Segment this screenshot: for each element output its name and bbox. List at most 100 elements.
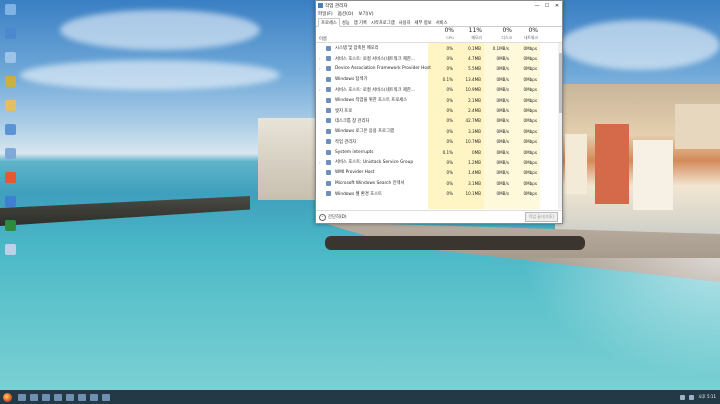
process-disk: 0MB/s — [496, 118, 509, 124]
task-manager-window[interactable]: 작업 관리자 — ☐ ✕ 파일(F) 옵션(O) 보기(V) 프로세스 성능 앱… — [315, 0, 563, 224]
expand-chevron-icon: › — [319, 159, 321, 165]
minimize-button[interactable]: — — [532, 1, 542, 10]
process-icon — [326, 66, 331, 72]
process-network: 0Mbps — [523, 87, 537, 93]
clock[interactable]: 오후 5:11 — [698, 394, 716, 400]
process-disk: 0MB/s — [496, 191, 509, 197]
process-row[interactable]: Windows 작업을 위한 호스트 프로세스 0% 2.1MB 0MB/s 0Mbps — [316, 95, 562, 105]
process-row[interactable]: 엣지 프로 0% 2.4MB 0MB/s 0Mbps — [316, 105, 562, 115]
process-row[interactable]: Microsoft Windows Search 인덱서 0% 3.1MB 0MB/s… — [316, 178, 562, 188]
menu-file[interactable]: 파일(F) — [318, 11, 333, 17]
process-disk: 0MB/s — [496, 180, 509, 186]
desktop-icon[interactable] — [2, 148, 18, 170]
desktop-icon[interactable] — [2, 220, 18, 242]
taskbar-app-icon[interactable] — [66, 393, 74, 401]
process-network: 0Mbps — [523, 191, 537, 197]
taskbar-app-icon[interactable] — [102, 393, 110, 401]
building — [675, 104, 720, 149]
process-row[interactable]: 시스템 및 압축된 메모리 0% 0.1MB 0.1MB/s 0Mbps — [316, 43, 562, 53]
process-row[interactable]: › 서비스 호스트: 로컬 서비스(네트워크 제한... 0% 4.7MB 0MB/s 0… — [316, 53, 562, 63]
close-button[interactable]: ✕ — [552, 1, 562, 10]
process-name: 데스크톱 창 관리자 — [335, 118, 370, 124]
desktop-icon[interactable] — [2, 100, 18, 122]
tab-startup[interactable]: 시작프로그램 — [369, 19, 397, 26]
column-memory[interactable]: 11% 메모리 — [456, 27, 482, 42]
desktop-icon[interactable] — [2, 124, 18, 146]
desktop-icon[interactable] — [2, 52, 18, 74]
desktop-icon[interactable] — [2, 76, 18, 98]
tray-icon[interactable] — [680, 394, 686, 400]
process-row[interactable]: › Device Association Framework Provider H… — [316, 64, 562, 74]
process-row[interactable]: 작업 관리자 0% 10.7MB 0MB/s 0Mbps — [316, 137, 562, 147]
process-memory: 10.1MB — [465, 191, 481, 197]
taskbar-app-icon[interactable] — [30, 393, 38, 401]
desktop-icon[interactable] — [2, 172, 18, 194]
process-row[interactable]: System interrupts 0.1% 0MB 0MB/s 0Mbps — [316, 147, 562, 157]
taskbar-app-icon[interactable] — [78, 393, 86, 401]
cloud — [20, 60, 280, 90]
desktop-icon[interactable] — [2, 196, 18, 218]
process-network: 0Mbps — [523, 128, 537, 134]
taskbar-app-icon[interactable] — [42, 393, 50, 401]
process-disk: 0MB/s — [496, 139, 509, 145]
tab-performance[interactable]: 성능 — [340, 19, 352, 26]
process-network: 0Mbps — [523, 118, 537, 124]
process-cpu: 0% — [446, 118, 454, 124]
title-bar[interactable]: 작업 관리자 — ☐ ✕ — [316, 1, 562, 10]
lighthouse-building — [258, 118, 316, 200]
desktop-icon[interactable] — [2, 244, 18, 266]
process-memory: 5.5MB — [468, 66, 481, 72]
maximize-button[interactable]: ☐ — [542, 1, 552, 10]
process-memory: 3.3MB — [468, 128, 481, 134]
process-disk: 0MB/s — [496, 170, 509, 176]
process-network: 0Mbps — [523, 97, 537, 103]
process-cpu: 0% — [446, 56, 454, 62]
process-cpu: 0.1% — [442, 149, 453, 155]
process-disk: 0MB/s — [496, 56, 509, 62]
taskbar-app-icon[interactable] — [54, 393, 62, 401]
column-disk[interactable]: 0% 디스크 — [486, 27, 512, 42]
taskbar-app-icon[interactable] — [90, 393, 98, 401]
task-manager-icon — [318, 3, 323, 8]
process-row[interactable]: WMI Provider Host 0% 1.4MB 0MB/s 0Mbps — [316, 168, 562, 178]
taskbar-app-icon[interactable] — [18, 393, 26, 401]
tab-services[interactable]: 서비스 — [434, 19, 450, 26]
fewer-details-link[interactable]: 간단히(D) — [328, 214, 347, 220]
process-disk: 0MB/s — [496, 76, 509, 82]
end-task-button[interactable]: 작업 끝내기(E) — [524, 212, 558, 222]
tray-icon[interactable] — [689, 394, 695, 400]
tab-users[interactable]: 사용자 — [397, 19, 413, 26]
tab-app-history[interactable]: 앱 기록 — [352, 19, 369, 26]
process-icon — [326, 45, 331, 51]
process-name: Windows 탐색기 — [335, 77, 368, 83]
process-memory: 0.1MB — [468, 45, 481, 51]
process-row[interactable]: Windows 탐색기 0.1% 13.4MB 0MB/s 0Mbps — [316, 74, 562, 84]
process-row[interactable]: › 서비스 호스트: 로컬 서비스(네트워크 제한... 0% 10.9MB 0MB/s… — [316, 85, 562, 95]
desktop-icon[interactable] — [2, 4, 18, 26]
process-row[interactable]: Windows 로그온 응용 프로그램 0% 3.3MB 0MB/s 0Mbps — [316, 126, 562, 136]
process-memory: 1.2MB — [468, 159, 481, 165]
tab-processes[interactable]: 프로세스 — [318, 18, 340, 27]
column-name[interactable]: 이름 — [319, 36, 327, 42]
process-memory: 3.1MB — [468, 180, 481, 186]
chevron-up-icon[interactable]: ^ — [319, 213, 326, 221]
tab-details[interactable]: 세부 정보 — [413, 19, 434, 26]
column-cpu[interactable]: 0% CPU — [428, 27, 454, 42]
menu-options[interactable]: 옵션(O) — [338, 11, 354, 17]
process-row[interactable]: 데스크톱 창 관리자 0% 42.7MB 0MB/s 0Mbps — [316, 116, 562, 126]
expand-chevron-icon: › — [319, 87, 321, 93]
column-network[interactable]: 0% 네트워크 — [512, 27, 538, 42]
building — [633, 140, 673, 210]
process-row[interactable]: › 서비스 호스트: Unistack Service Group 0% 1.2MB 0… — [316, 157, 562, 167]
process-memory: 2.4MB — [468, 108, 481, 114]
process-disk: 0MB/s — [496, 66, 509, 72]
desktop-icon[interactable] — [2, 28, 18, 50]
process-network: 0Mbps — [523, 149, 537, 155]
process-cpu: 0% — [446, 128, 454, 134]
process-network: 0Mbps — [523, 170, 537, 176]
process-network: 0Mbps — [523, 108, 537, 114]
menu-view[interactable]: 보기(V) — [358, 11, 373, 17]
process-row[interactable]: Windows 셸 환경 호스트 0% 10.1MB 0MB/s 0Mbps — [316, 188, 562, 198]
process-name: 서비스 호스트: Unistack Service Group — [335, 160, 414, 166]
start-button[interactable] — [0, 390, 14, 404]
